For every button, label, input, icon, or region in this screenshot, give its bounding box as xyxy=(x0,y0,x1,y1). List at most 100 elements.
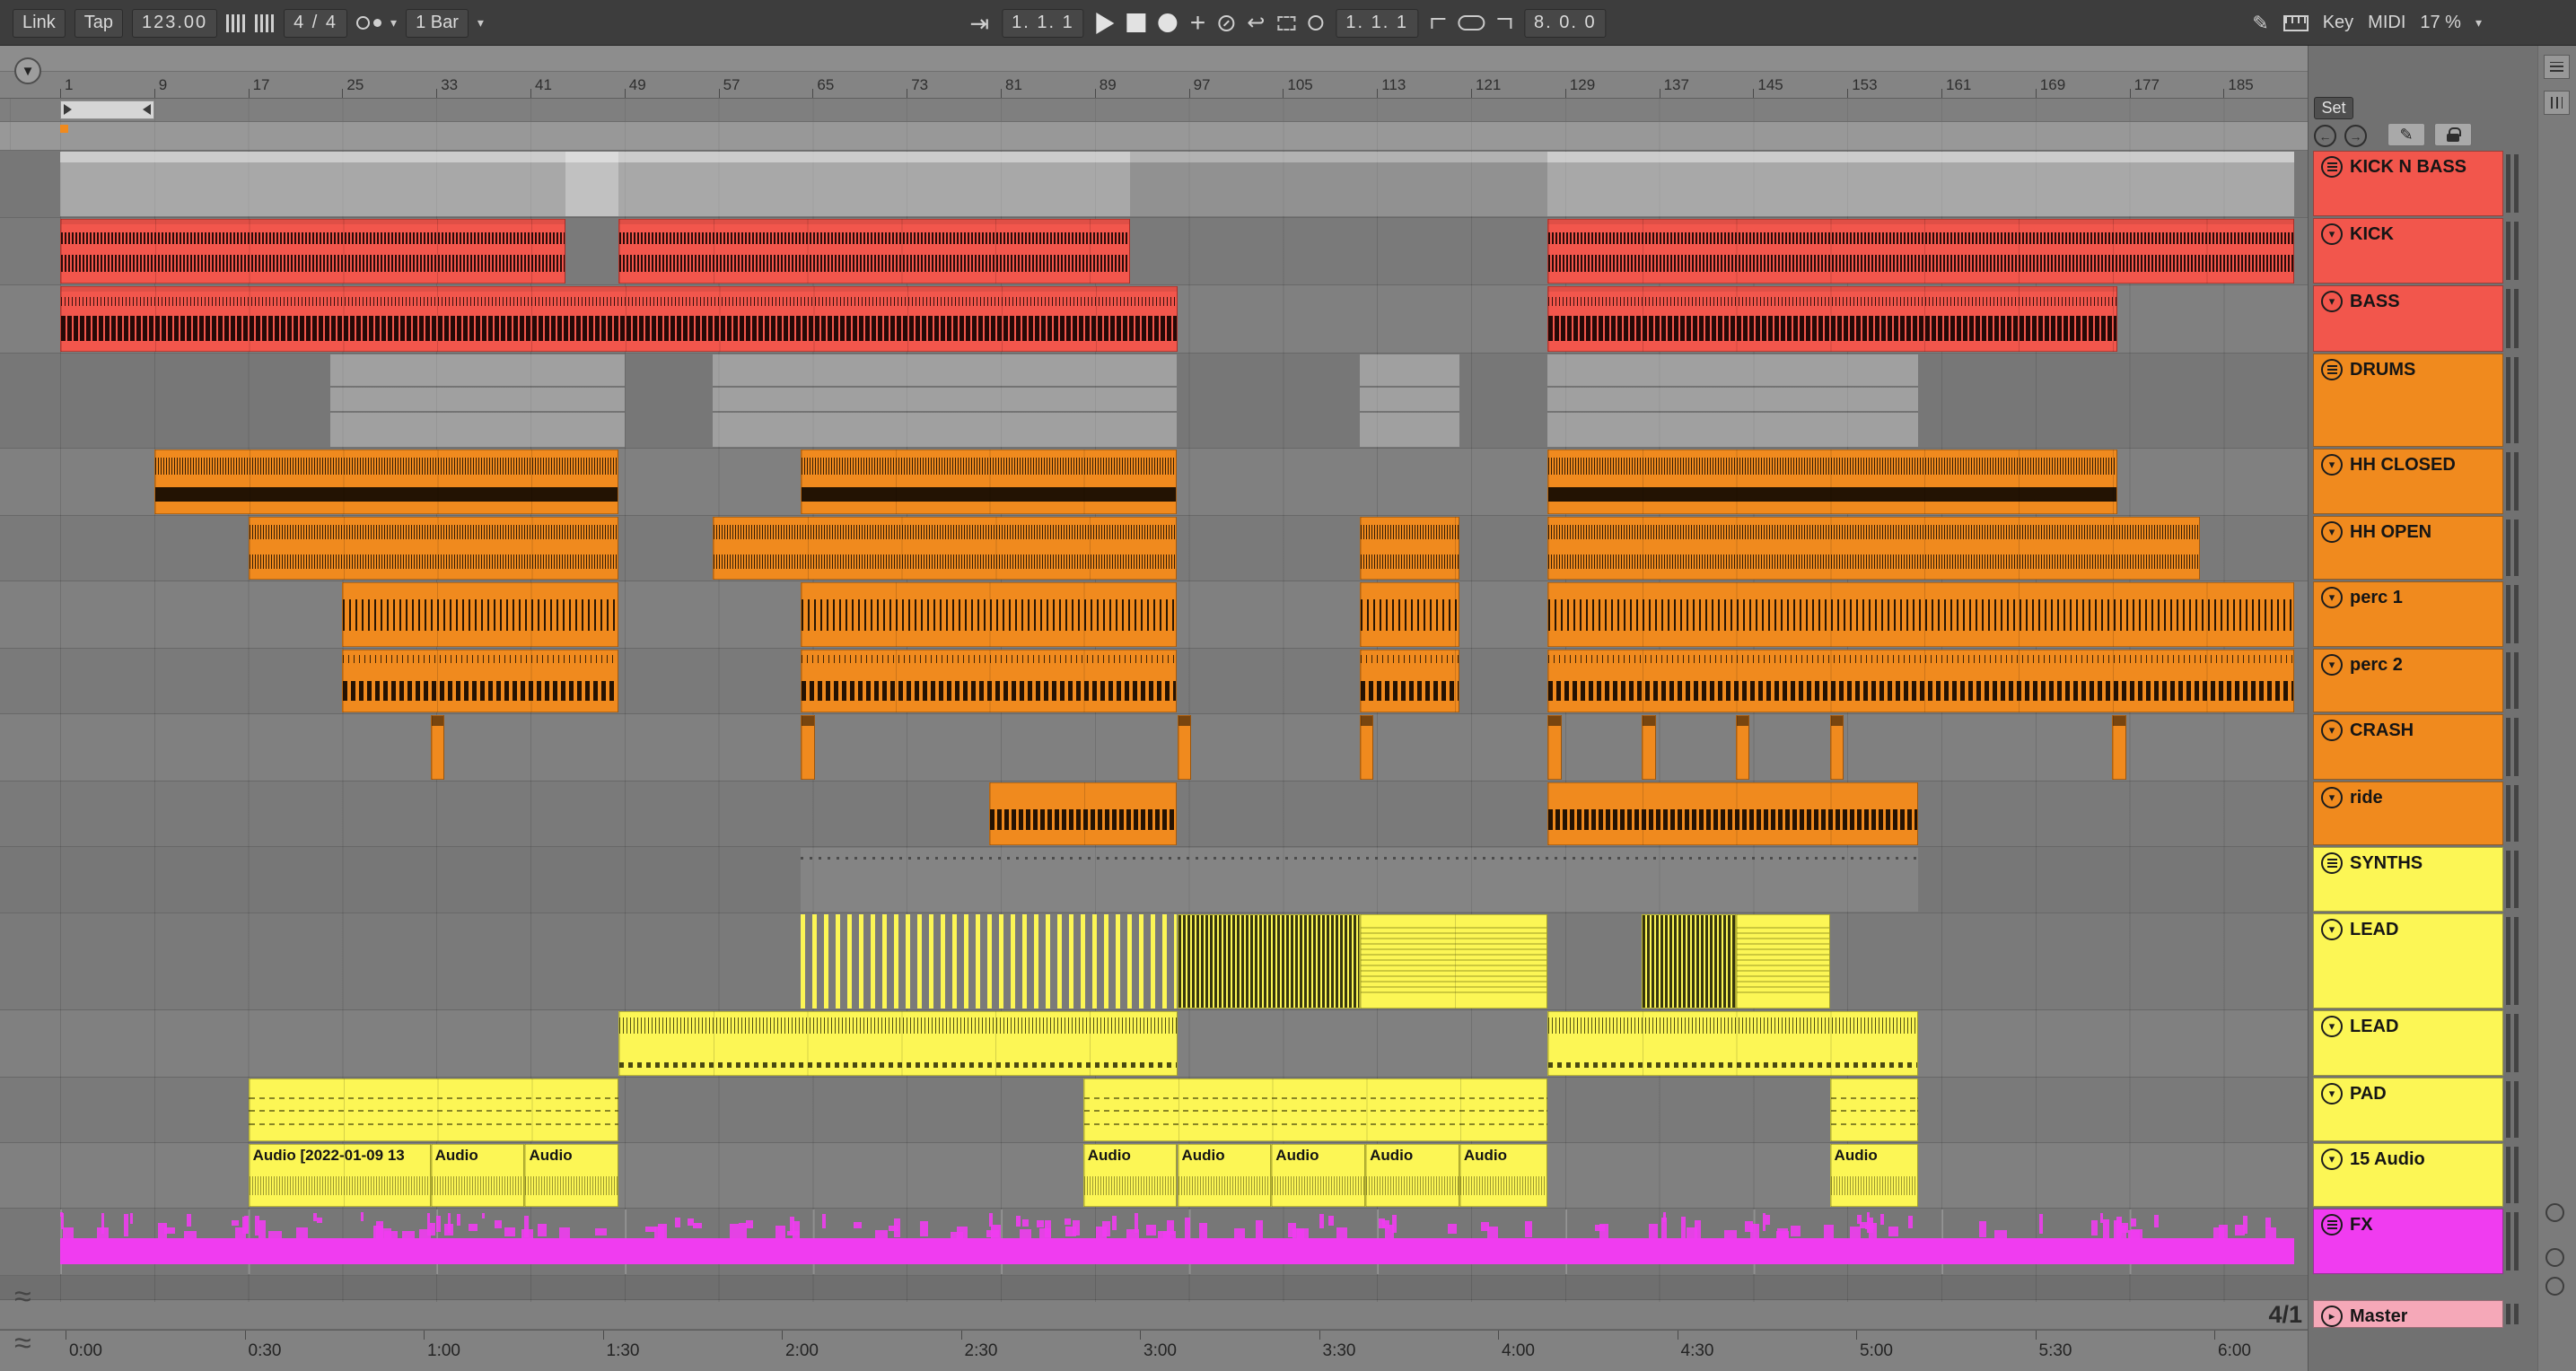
punch-in-button[interactable] xyxy=(1431,17,1446,29)
arrangement-position-display[interactable]: 1. 1. 1 xyxy=(1002,8,1084,38)
clip-kick[interactable] xyxy=(618,219,1131,284)
track-header-crash[interactable]: ▾ CRASH xyxy=(2313,714,2503,780)
clip-15-audio[interactable]: Audio xyxy=(524,1144,619,1207)
track-header-pad[interactable]: ▾ PAD xyxy=(2313,1078,2503,1141)
clip-perc-2[interactable] xyxy=(1359,650,1459,712)
clip-lead[interactable] xyxy=(618,1011,1178,1076)
metronome-menu-caret-icon[interactable]: ▾ xyxy=(390,15,397,31)
track-header-ride[interactable]: ▾ ride xyxy=(2313,782,2503,845)
clip-perc-2[interactable] xyxy=(1547,650,2294,712)
track-header-perc-2[interactable]: ▾ perc 2 xyxy=(2313,649,2503,712)
quantize-caret-icon[interactable]: ▾ xyxy=(478,15,484,31)
loop-length-display[interactable]: 8. 0. 0 xyxy=(1524,8,1607,38)
clip-lead[interactable] xyxy=(1641,914,1736,1009)
cpu-caret-icon[interactable]: ▾ xyxy=(2475,15,2482,31)
start-marker-icon[interactable] xyxy=(60,125,68,133)
clip-lead[interactable] xyxy=(801,914,1178,1009)
clip-crash[interactable] xyxy=(1177,715,1192,780)
clip-perc-1[interactable] xyxy=(801,582,1178,647)
time-signature-field[interactable]: 4 / 4 xyxy=(284,8,348,38)
clip-hh-open[interactable] xyxy=(713,517,1178,580)
clip-15-audio[interactable]: Audio [2022-01-09 13 xyxy=(248,1144,431,1207)
capture-midi-button[interactable] xyxy=(1277,15,1296,31)
clip-pad[interactable] xyxy=(248,1078,619,1141)
key-map-button[interactable]: Key xyxy=(2323,13,2353,33)
clip-hh-open[interactable] xyxy=(1547,517,2201,580)
clip-15-audio[interactable]: Audio xyxy=(1459,1144,1548,1207)
track-fold-icon[interactable]: ▾ xyxy=(2321,919,2343,940)
arrangement-view-toggle[interactable] xyxy=(2544,55,2570,79)
track-fold-icon[interactable]: ▾ xyxy=(2321,521,2343,543)
clip-perc-2[interactable] xyxy=(342,650,619,712)
clip-crash[interactable] xyxy=(430,715,445,780)
nudge-down-icon[interactable] xyxy=(226,13,247,32)
session-view-toggle[interactable] xyxy=(2544,91,2570,115)
panel-draw-button[interactable]: ✎ xyxy=(2388,123,2425,146)
track-fold-icon[interactable]: ▾ xyxy=(2321,787,2343,808)
record-button[interactable] xyxy=(1158,13,1178,32)
track-lane-crash[interactable] xyxy=(0,714,2308,782)
scrub-area[interactable] xyxy=(0,122,2308,151)
section-toggle-icon[interactable] xyxy=(2545,1248,2564,1267)
clip-crash[interactable] xyxy=(1735,715,1750,780)
cpu-meter[interactable]: 17 % xyxy=(2420,13,2461,33)
metronome-button[interactable] xyxy=(356,16,382,30)
clip-kick[interactable] xyxy=(60,219,566,284)
track-fold-icon[interactable]: ▾ xyxy=(2321,1083,2343,1105)
clip-kick-n-bass[interactable] xyxy=(565,152,619,216)
section-toggle-icon[interactable] xyxy=(2545,1277,2564,1296)
link-button[interactable]: Link xyxy=(13,8,66,38)
clip-drums[interactable] xyxy=(713,354,1178,447)
clip-pad[interactable] xyxy=(1082,1078,1548,1141)
clip-perc-1[interactable] xyxy=(342,582,619,647)
track-header-master[interactable]: ▸ Master xyxy=(2313,1300,2503,1328)
clip-crash[interactable] xyxy=(1829,715,1844,780)
track-header-fx[interactable]: FX xyxy=(2313,1209,2503,1274)
clip-lead[interactable] xyxy=(1547,1011,1918,1076)
clip-lead[interactable] xyxy=(1177,914,1360,1009)
clip-perc-1[interactable] xyxy=(1547,582,2294,647)
track-fold-icon[interactable]: ▾ xyxy=(2321,654,2343,676)
clip-perc-2[interactable] xyxy=(801,650,1178,712)
clip-15-audio[interactable]: Audio xyxy=(430,1144,525,1207)
clip-15-audio[interactable]: Audio xyxy=(1177,1144,1272,1207)
loop-end-handle-icon[interactable] xyxy=(143,104,151,115)
section-toggle-icon[interactable] xyxy=(2545,1203,2564,1222)
track-header-bass[interactable]: ▾ BASS xyxy=(2313,285,2503,352)
clip-drums[interactable] xyxy=(330,354,625,447)
nudge-up-icon[interactable] xyxy=(255,13,276,32)
clip-crash[interactable] xyxy=(1641,715,1656,780)
group-fold-icon[interactable] xyxy=(2321,852,2343,874)
clip-hh-closed[interactable] xyxy=(1547,450,2118,514)
clip-crash[interactable] xyxy=(1359,715,1374,780)
arrangement-overview-strip[interactable] xyxy=(0,46,2576,72)
wave-icon[interactable]: ≈ xyxy=(14,1281,31,1312)
track-fold-icon[interactable]: ▾ xyxy=(2321,1148,2343,1170)
clip-synths[interactable] xyxy=(801,848,1918,912)
clip-15-audio[interactable]: Audio xyxy=(1271,1144,1366,1207)
draw-mode-button[interactable]: ✎ xyxy=(2252,12,2268,35)
clip-crash[interactable] xyxy=(801,715,816,780)
clip-drums[interactable] xyxy=(1547,354,1918,447)
track-header-drums[interactable]: DRUMS xyxy=(2313,354,2503,447)
arrow-left-button[interactable]: ← xyxy=(2314,125,2336,147)
punch-out-button[interactable] xyxy=(1497,17,1512,29)
chevron-down-circle-icon[interactable]: ▼ xyxy=(14,57,41,84)
follow-button[interactable]: ⇥ xyxy=(969,12,989,35)
clip-kick-n-bass[interactable] xyxy=(1130,152,1548,216)
session-record-button[interactable] xyxy=(1308,15,1324,31)
computer-midi-keyboard-button[interactable] xyxy=(2282,14,2309,31)
track-fold-icon[interactable]: ▾ xyxy=(2321,291,2343,312)
quantize-menu[interactable]: 1 Bar xyxy=(406,8,469,38)
beat-ruler[interactable]: 1 9 17 25 33 41 49 57 65 73 81 89 97 105 113 121 129 137 1… xyxy=(0,72,2308,99)
track-header-kick-n-bass[interactable]: KICK N BASS xyxy=(2313,151,2503,216)
master-icon[interactable]: ▸ xyxy=(2321,1306,2343,1327)
track-header-kick[interactable]: ▾ KICK xyxy=(2313,218,2503,284)
clip-15-audio[interactable]: Audio xyxy=(1365,1144,1459,1207)
clip-kick-n-bass[interactable] xyxy=(1547,152,2294,216)
midi-map-button[interactable]: MIDI xyxy=(2368,13,2405,33)
clip-lead[interactable] xyxy=(1735,914,1830,1009)
clip-hh-open[interactable] xyxy=(248,517,619,580)
clip-drums[interactable] xyxy=(1359,354,1459,447)
clip-fx[interactable] xyxy=(60,1209,2294,1274)
